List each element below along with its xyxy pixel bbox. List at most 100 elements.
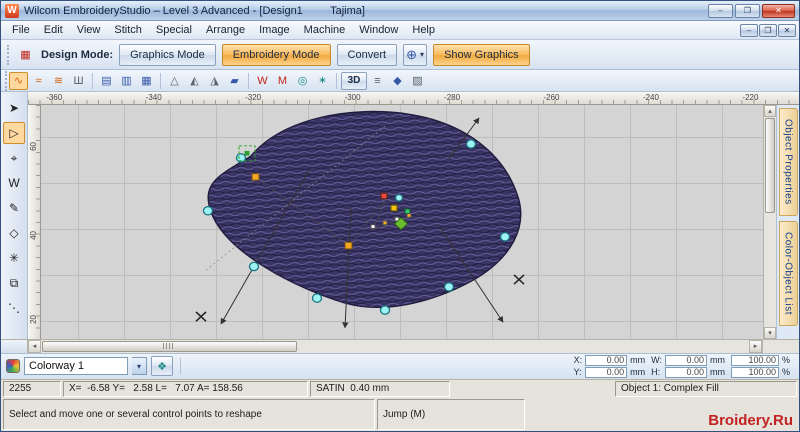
h-field[interactable]: 0.00 <box>665 366 707 378</box>
scroll-down-icon[interactable]: ▾ <box>764 326 776 339</box>
ring-icon[interactable]: ◎ <box>293 72 312 90</box>
horizontal-ruler: -360 -340 -320 -300 -280 -260 -240 -220 <box>28 92 799 105</box>
hint-bar: Select and move one or several control p… <box>1 397 799 431</box>
show-graphics-button[interactable]: Show Graphics <box>433 43 530 66</box>
restore-button[interactable]: ❐ <box>735 3 760 18</box>
closed-shape-tool[interactable]: ◇ <box>3 222 25 244</box>
trapunto-icon[interactable]: ▨ <box>408 72 427 90</box>
vertical-scroll-thumb[interactable] <box>765 118 775 213</box>
lettering-tool[interactable]: W <box>3 172 25 194</box>
scroll-left-icon[interactable]: ◂ <box>28 339 41 353</box>
program-split-icon[interactable]: ▦ <box>137 72 156 90</box>
menu-stitch[interactable]: Stitch <box>107 22 149 38</box>
select-tool[interactable]: ➤ <box>3 97 25 119</box>
menu-special[interactable]: Special <box>149 22 199 38</box>
reshape-tool[interactable]: ▷ <box>3 122 25 144</box>
colorway-select[interactable]: Colorway 1 <box>24 357 128 376</box>
design-window-icon[interactable]: ▦ <box>16 46 35 64</box>
y-field[interactable]: 0.00 <box>585 366 628 378</box>
vertical-scrollbar[interactable]: ▴ ▾ <box>763 105 776 339</box>
menu-arrange[interactable]: Arrange <box>199 22 252 38</box>
docked-panel-tabs: Object Properties Color-Object List <box>776 105 799 339</box>
colorway-bar: Colorway 1 ▾ ❖ X: 0.00 mm W: 0.00 mm 100… <box>1 352 799 379</box>
complex-fill-icon[interactable]: ▰ <box>225 72 244 90</box>
horizontal-scrollbar[interactable] <box>41 340 749 353</box>
design-canvas[interactable] <box>41 105 763 339</box>
y-label: Y: <box>573 367 582 378</box>
hoop-globe-button[interactable]: ⊕ ▾ <box>403 43 428 66</box>
transform-fields: X: 0.00 mm W: 0.00 mm 100.00 % Y: 0.00 m… <box>573 354 794 378</box>
embroidery-mode-button[interactable]: Embroidery Mode <box>221 43 331 66</box>
colorway-palette-icon[interactable] <box>6 359 20 374</box>
star-shape-tool[interactable]: ✳ <box>3 247 25 269</box>
convert-button[interactable]: Convert <box>336 43 398 66</box>
menu-edit[interactable]: Edit <box>37 22 70 38</box>
close-button[interactable]: ✕ <box>762 3 795 18</box>
toolbar-separator <box>248 72 249 89</box>
run-stitch-icon[interactable]: ∿ <box>9 71 28 90</box>
x-field[interactable]: 0.00 <box>585 354 628 366</box>
horizontal-scroll-thumb[interactable] <box>42 340 297 352</box>
e-stitch-icon[interactable]: Ш <box>69 72 88 90</box>
motif-run-icon[interactable]: ≈ <box>29 72 48 90</box>
scroll-up-icon[interactable]: ▴ <box>764 105 776 117</box>
w-field[interactable]: 0.00 <box>665 354 707 366</box>
main-area: ➤ ▷ ⌖ W ✎ ◇ ✳ ⧉ ⋱ -360 -340 -320 -300 -2… <box>1 92 799 339</box>
stitch-type-info: SATIN 0.40 mm <box>310 380 450 397</box>
monogram-icon[interactable]: M <box>273 72 292 90</box>
tatami-icon[interactable]: ▤ <box>97 72 116 90</box>
flexi-split-icon[interactable]: ▥ <box>117 72 136 90</box>
minimize-button[interactable]: – <box>708 3 733 18</box>
input-a-icon[interactable]: △ <box>165 72 184 90</box>
h-label: H: <box>651 367 661 378</box>
scroll-grip <box>163 343 176 350</box>
menu-machine[interactable]: Machine <box>297 22 353 38</box>
mirror-merge-tool[interactable]: ⧉ <box>3 272 25 294</box>
mdi-minimize-button[interactable]: – <box>740 23 758 37</box>
stitch-edit-tool[interactable]: ⋱ <box>3 297 25 319</box>
window-title: Wilcom EmbroideryStudio – Level 3 Advanc… <box>24 4 365 17</box>
mdi-close-button[interactable]: ✕ <box>778 23 796 37</box>
pen-tool[interactable]: ✎ <box>3 197 25 219</box>
x-unit: mm <box>630 355 646 366</box>
ruler-label: -320 <box>245 93 262 102</box>
horizontal-scrollbar-row: ◂ ▸ <box>1 338 799 353</box>
complex-fill-object <box>195 110 525 329</box>
tab-color-object-list[interactable]: Color-Object List <box>778 220 798 326</box>
vertical-ruler: 60 40 20 <box>28 105 41 339</box>
scale-y-unit: % <box>782 367 791 378</box>
ruler-label: 20 <box>29 315 38 325</box>
graphics-mode-button[interactable]: Graphics Mode <box>119 43 216 66</box>
input-c-icon[interactable]: ◮ <box>205 72 224 90</box>
menu-image[interactable]: Image <box>252 22 297 38</box>
fusion-fill-icon[interactable]: ◆ <box>388 72 407 90</box>
tab-object-properties[interactable]: Object Properties <box>778 108 798 216</box>
scale-y-field[interactable]: 100.00 <box>731 366 779 378</box>
ruler-label: -340 <box>145 93 162 102</box>
3d-view-button[interactable]: 3D <box>341 71 367 90</box>
menu-help[interactable]: Help <box>405 22 442 38</box>
embroidery-design <box>195 110 525 329</box>
scroll-corner <box>762 339 799 353</box>
menu-file[interactable]: File <box>5 22 37 38</box>
measure-tool[interactable]: ⌖ <box>3 147 25 169</box>
star-icon[interactable]: ✶ <box>313 72 332 90</box>
menu-view[interactable]: View <box>70 22 108 38</box>
ruler-label: -220 <box>742 93 759 102</box>
scale-x-unit: % <box>782 355 791 366</box>
lettering-icon[interactable]: W <box>253 72 272 90</box>
mdi-restore-button[interactable]: ❐ <box>759 23 777 37</box>
toolbar-separator <box>336 72 337 89</box>
toolbar-separator <box>180 358 181 375</box>
scale-x-field[interactable]: 100.00 <box>731 354 779 366</box>
ruler-label: -260 <box>543 93 560 102</box>
hint-text: Select and move one or several control p… <box>3 398 375 431</box>
ruler-label: -360 <box>46 93 63 102</box>
colorway-caret-icon[interactable]: ▾ <box>132 357 147 376</box>
scroll-right-icon[interactable]: ▸ <box>749 339 762 353</box>
edit-colorways-button[interactable]: ❖ <box>151 356 173 377</box>
satin-stitch-icon[interactable]: ≋ <box>49 72 68 90</box>
input-b-icon[interactable]: ◭ <box>185 72 204 90</box>
menu-window[interactable]: Window <box>352 22 405 38</box>
contour-icon[interactable]: ≡ <box>368 72 387 90</box>
